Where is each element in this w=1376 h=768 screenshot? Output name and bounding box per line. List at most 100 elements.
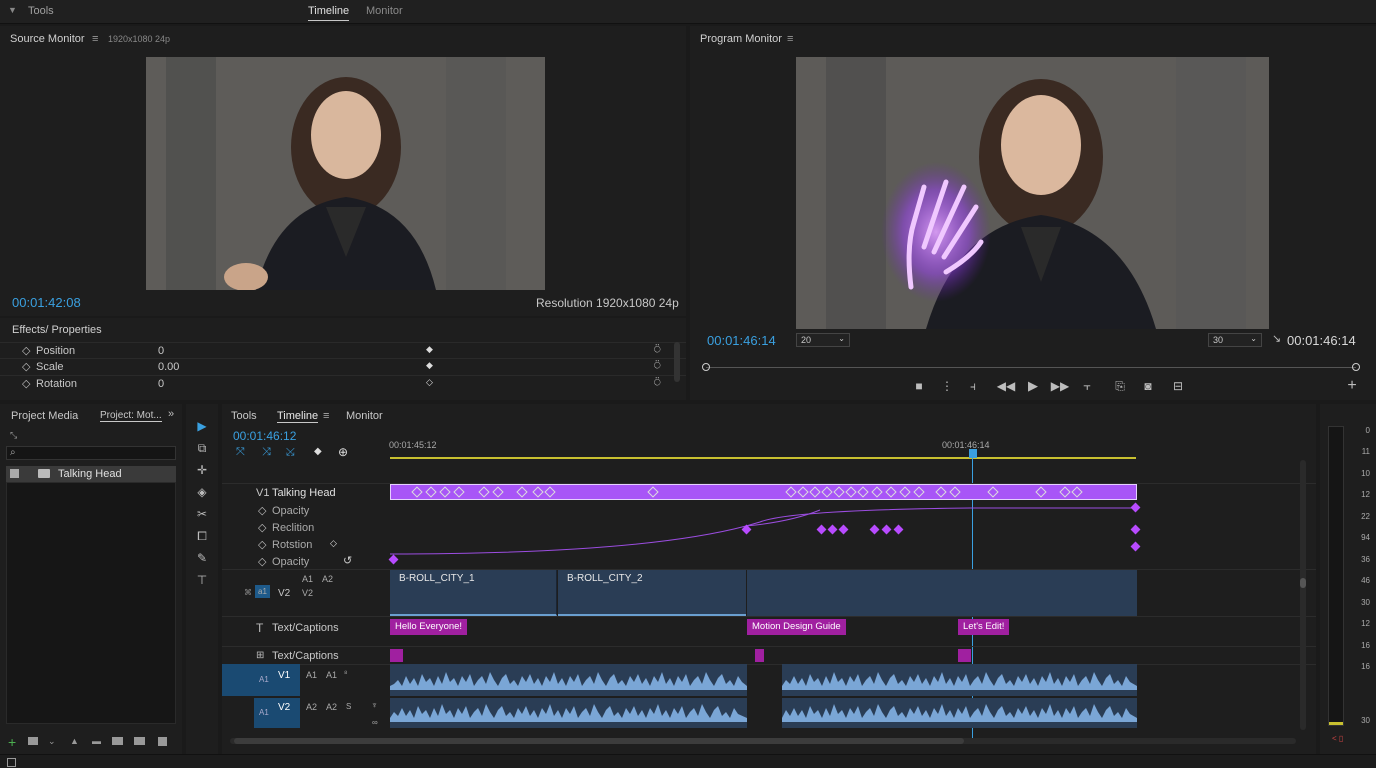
tab-tools[interactable]: Tools	[231, 410, 257, 422]
reset-icon[interactable]: ⍥	[654, 360, 661, 373]
step-back-button[interactable]: ◀◀	[997, 379, 1015, 393]
project-search-input[interactable]: ⌕	[6, 446, 176, 460]
trash-icon[interactable]	[158, 737, 167, 746]
timeline-menu-icon[interactable]: ≡	[323, 410, 329, 422]
audio-clip-1a[interactable]	[390, 664, 747, 696]
selection-tool-icon[interactable]: ▶	[192, 418, 212, 434]
program-scrubber[interactable]	[702, 363, 1360, 373]
status-icon[interactable]	[7, 758, 16, 767]
tab-monitor[interactable]: Monitor	[346, 410, 383, 422]
timeline-timecode[interactable]: 00:01:46:12	[233, 429, 296, 443]
audio-clip-1b[interactable]	[782, 664, 1137, 696]
expand-icon[interactable]: ⤡	[10, 430, 17, 441]
clip-broll-city-1[interactable]: B-ROLL_CITY_1	[390, 570, 557, 616]
effect-row-position[interactable]: ◇ Position 0 ◆ ⍥	[0, 342, 686, 358]
zoom-slider-icon[interactable]: ▬	[92, 736, 101, 746]
keyframe-graph[interactable]	[390, 500, 1150, 570]
caption-lets-edit[interactable]: Let's Edit!	[958, 619, 1010, 635]
source-timecode[interactable]: 00:01:42:08	[12, 295, 81, 310]
add-button[interactable]: +	[1344, 377, 1360, 394]
mute-icon[interactable]: S	[346, 702, 351, 711]
effect-value[interactable]: 0.00	[158, 361, 179, 373]
keyframe-toggle-icon[interactable]: ◇	[22, 344, 30, 357]
playhead[interactable]	[969, 449, 977, 458]
keyframe-toggle-icon[interactable]: ◇	[258, 521, 266, 534]
keyframe-toggle-icon[interactable]: ◇	[258, 538, 266, 551]
mark-in-button[interactable]: ⫞	[966, 379, 980, 393]
keyframe-toggle-icon[interactable]: ◇	[258, 555, 266, 568]
keyframe-add-icon[interactable]: ◆	[314, 446, 322, 457]
source-menu-icon[interactable]: ≡	[92, 33, 98, 45]
tab-project-mot[interactable]: Project: Mot...	[100, 410, 162, 422]
program-timecode-left[interactable]: 00:01:46:14	[707, 333, 776, 348]
audio-config-icon[interactable]: ♆	[371, 700, 378, 710]
more-icon[interactable]: ⋮	[940, 379, 954, 393]
link-icon[interactable]: ∞	[372, 718, 378, 727]
add-item-icon[interactable]: +	[8, 734, 16, 750]
zoom-dropdown-right[interactable]: 30 ⌄	[1208, 333, 1262, 347]
folder-icon[interactable]	[134, 737, 145, 745]
checkbox-icon[interactable]	[10, 469, 19, 478]
keyframe-icon[interactable]: ◇	[330, 538, 337, 549]
list-view-icon[interactable]	[28, 737, 38, 745]
up-icon[interactable]: ▲	[70, 736, 79, 746]
wrench-icon[interactable]: ↘	[1272, 332, 1281, 345]
effects-scrollbar[interactable]	[674, 342, 680, 382]
reset-icon[interactable]: ⍥	[654, 344, 661, 357]
reset-icon[interactable]: ⍥	[654, 377, 661, 390]
stop-button[interactable]: ■	[912, 379, 926, 393]
track-v2-target[interactable]: a1	[255, 585, 270, 598]
panel-overflow-icon[interactable]: »	[168, 408, 174, 420]
effect-row-rotation[interactable]: ◇ Rotation 0 ◇ ⍥	[0, 375, 686, 391]
keyframe-icon[interactable]: ◆	[426, 360, 433, 371]
program-menu-icon[interactable]: ≡	[787, 33, 793, 45]
reset-icon[interactable]: ↺	[343, 554, 352, 567]
timeline-vertical-scrollbar[interactable]	[1300, 460, 1306, 730]
solo-icon[interactable]: ⁸	[344, 669, 347, 678]
effect-value[interactable]: 0	[158, 378, 164, 390]
keyframe-icon[interactable]: ◇	[426, 377, 433, 388]
linked-selection-icon[interactable]: ⤨	[262, 446, 271, 459]
tab-timeline-top[interactable]: Timeline	[308, 5, 350, 21]
clip-talking-head[interactable]	[390, 484, 1137, 500]
sort-icon[interactable]: ⌄	[48, 736, 56, 747]
clip-broll-city-2[interactable]: B-ROLL_CITY_2	[558, 570, 746, 616]
time-ruler[interactable]	[390, 450, 1136, 460]
keyframe-toggle-icon[interactable]: ◇	[22, 360, 30, 373]
clip-video-3[interactable]	[747, 570, 1137, 616]
timeline-horizontal-scrollbar[interactable]	[230, 738, 1296, 744]
step-forward-button[interactable]: ▶▶	[1051, 379, 1069, 393]
tab-timeline[interactable]: Timeline	[277, 410, 319, 423]
project-item-talking-head[interactable]: Talking Head	[6, 466, 176, 482]
sync-lock-icon[interactable]: ⌘	[244, 588, 252, 597]
caption-block[interactable]	[958, 649, 971, 662]
lift-button[interactable]: ⎘	[1112, 379, 1128, 393]
meter-controls-icon[interactable]: < ▯	[1332, 734, 1343, 743]
mark-out-button[interactable]: ⫟	[1080, 379, 1094, 393]
keyframe-toggle-icon[interactable]: ◇	[22, 377, 30, 390]
tools-menu-icon[interactable]: ▼	[8, 5, 17, 15]
zoom-dropdown-left[interactable]: 20 ⌄	[796, 333, 850, 347]
source-video-frame[interactable]	[146, 57, 545, 290]
export-frame-icon[interactable]: ⊟	[1170, 379, 1186, 393]
caption-motion-design[interactable]: Motion Design Guide	[747, 619, 846, 635]
pen-tool-icon[interactable]: ✎	[192, 550, 212, 566]
effect-row-scale[interactable]: ◇ Scale 0.00 ◆ ⍥	[0, 358, 686, 374]
caption-block[interactable]	[755, 649, 764, 662]
snap-icon[interactable]: ⤧	[236, 446, 245, 459]
new-bin-icon[interactable]	[112, 737, 123, 745]
audio-clip-2a[interactable]	[390, 698, 747, 728]
camera-icon[interactable]: ◙	[1140, 379, 1156, 393]
ripple-edit-icon[interactable]: ✛	[192, 462, 212, 478]
tab-monitor-top[interactable]: Monitor	[366, 5, 403, 17]
add-marker-icon[interactable]: ⤩	[286, 446, 295, 459]
program-video-frame[interactable]	[796, 57, 1269, 329]
audio-clip-2b[interactable]	[782, 698, 1137, 728]
type-tool-icon[interactable]: ⊤	[192, 572, 212, 588]
razor-tool-icon[interactable]: ✂	[192, 506, 212, 522]
rolling-edit-icon[interactable]: ◈	[192, 484, 212, 500]
keyframe-icon[interactable]: ◆	[426, 344, 433, 355]
tab-project-media[interactable]: Project Media	[11, 410, 78, 422]
tools-label[interactable]: Tools	[28, 5, 54, 17]
caption-hello[interactable]: Hello Everyone!	[390, 619, 468, 635]
